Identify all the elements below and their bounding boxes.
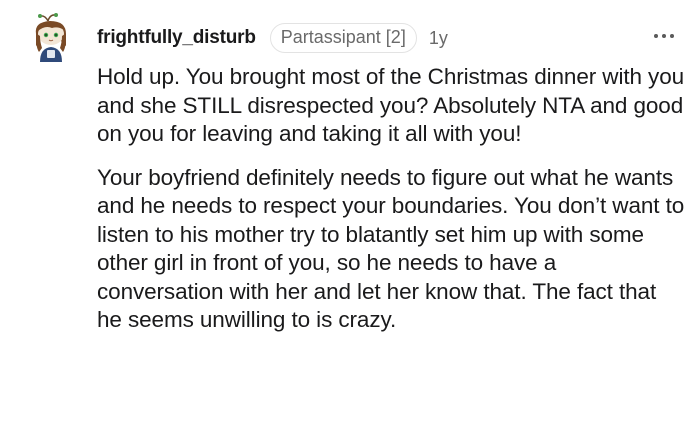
- more-options-icon: [654, 34, 658, 38]
- comment-paragraph: Hold up. You brought most of the Christm…: [97, 64, 685, 146]
- comment-paragraph: Your boyfriend definitely needs to figur…: [97, 164, 685, 333]
- comment: frightfully_disturb Partassipant [2] 1y …: [0, 0, 700, 427]
- username-link[interactable]: frightfully_disturb: [97, 27, 256, 49]
- user-avatar[interactable]: [30, 12, 74, 64]
- comment-header: frightfully_disturb Partassipant [2] 1y: [97, 22, 448, 54]
- comment-body: Hold up. You brought most of the Christm…: [97, 63, 687, 335]
- more-options-button[interactable]: [650, 26, 678, 46]
- more-options-icon: [662, 34, 666, 38]
- timestamp[interactable]: 1y: [429, 28, 448, 49]
- user-flair-badge: Partassipant [2]: [269, 23, 417, 53]
- more-options-icon: [670, 34, 674, 38]
